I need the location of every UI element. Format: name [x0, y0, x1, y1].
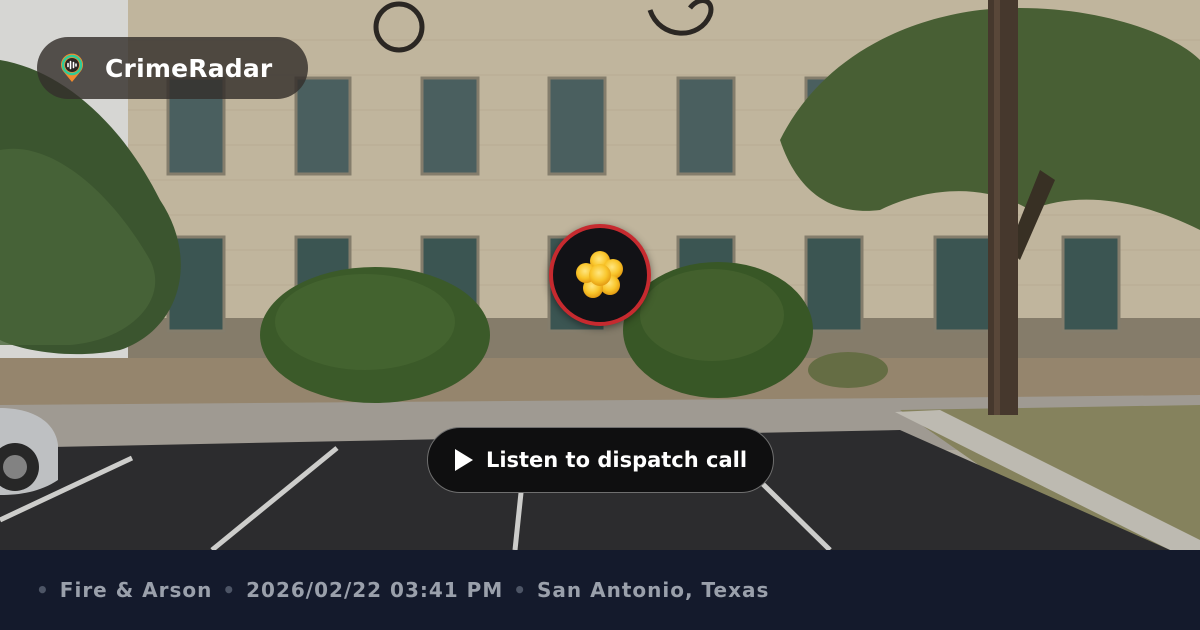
separator-dot: •: [222, 578, 237, 602]
fire-arson-icon: [576, 251, 623, 298]
brand-name: CrimeRadar: [105, 53, 273, 83]
separator-dot: •: [36, 578, 50, 602]
play-icon: [454, 449, 473, 471]
listen-dispatch-label: Listen to dispatch call: [485, 448, 748, 472]
brand-badge[interactable]: CrimeRadar: [37, 37, 308, 99]
incident-datetime: 2026/02/22 03:41 PM: [246, 578, 504, 602]
incident-marker[interactable]: [549, 224, 651, 326]
radar-pin-icon: [61, 53, 83, 82]
incident-info-bar: • Fire & Arson • 2026/02/22 03:41 PM • S…: [0, 550, 1200, 630]
incident-category: Fire & Arson: [59, 578, 213, 602]
separator-dot: •: [513, 578, 528, 602]
incident-location: San Antonio, Texas: [537, 578, 770, 602]
listen-dispatch-button[interactable]: Listen to dispatch call: [427, 427, 774, 493]
